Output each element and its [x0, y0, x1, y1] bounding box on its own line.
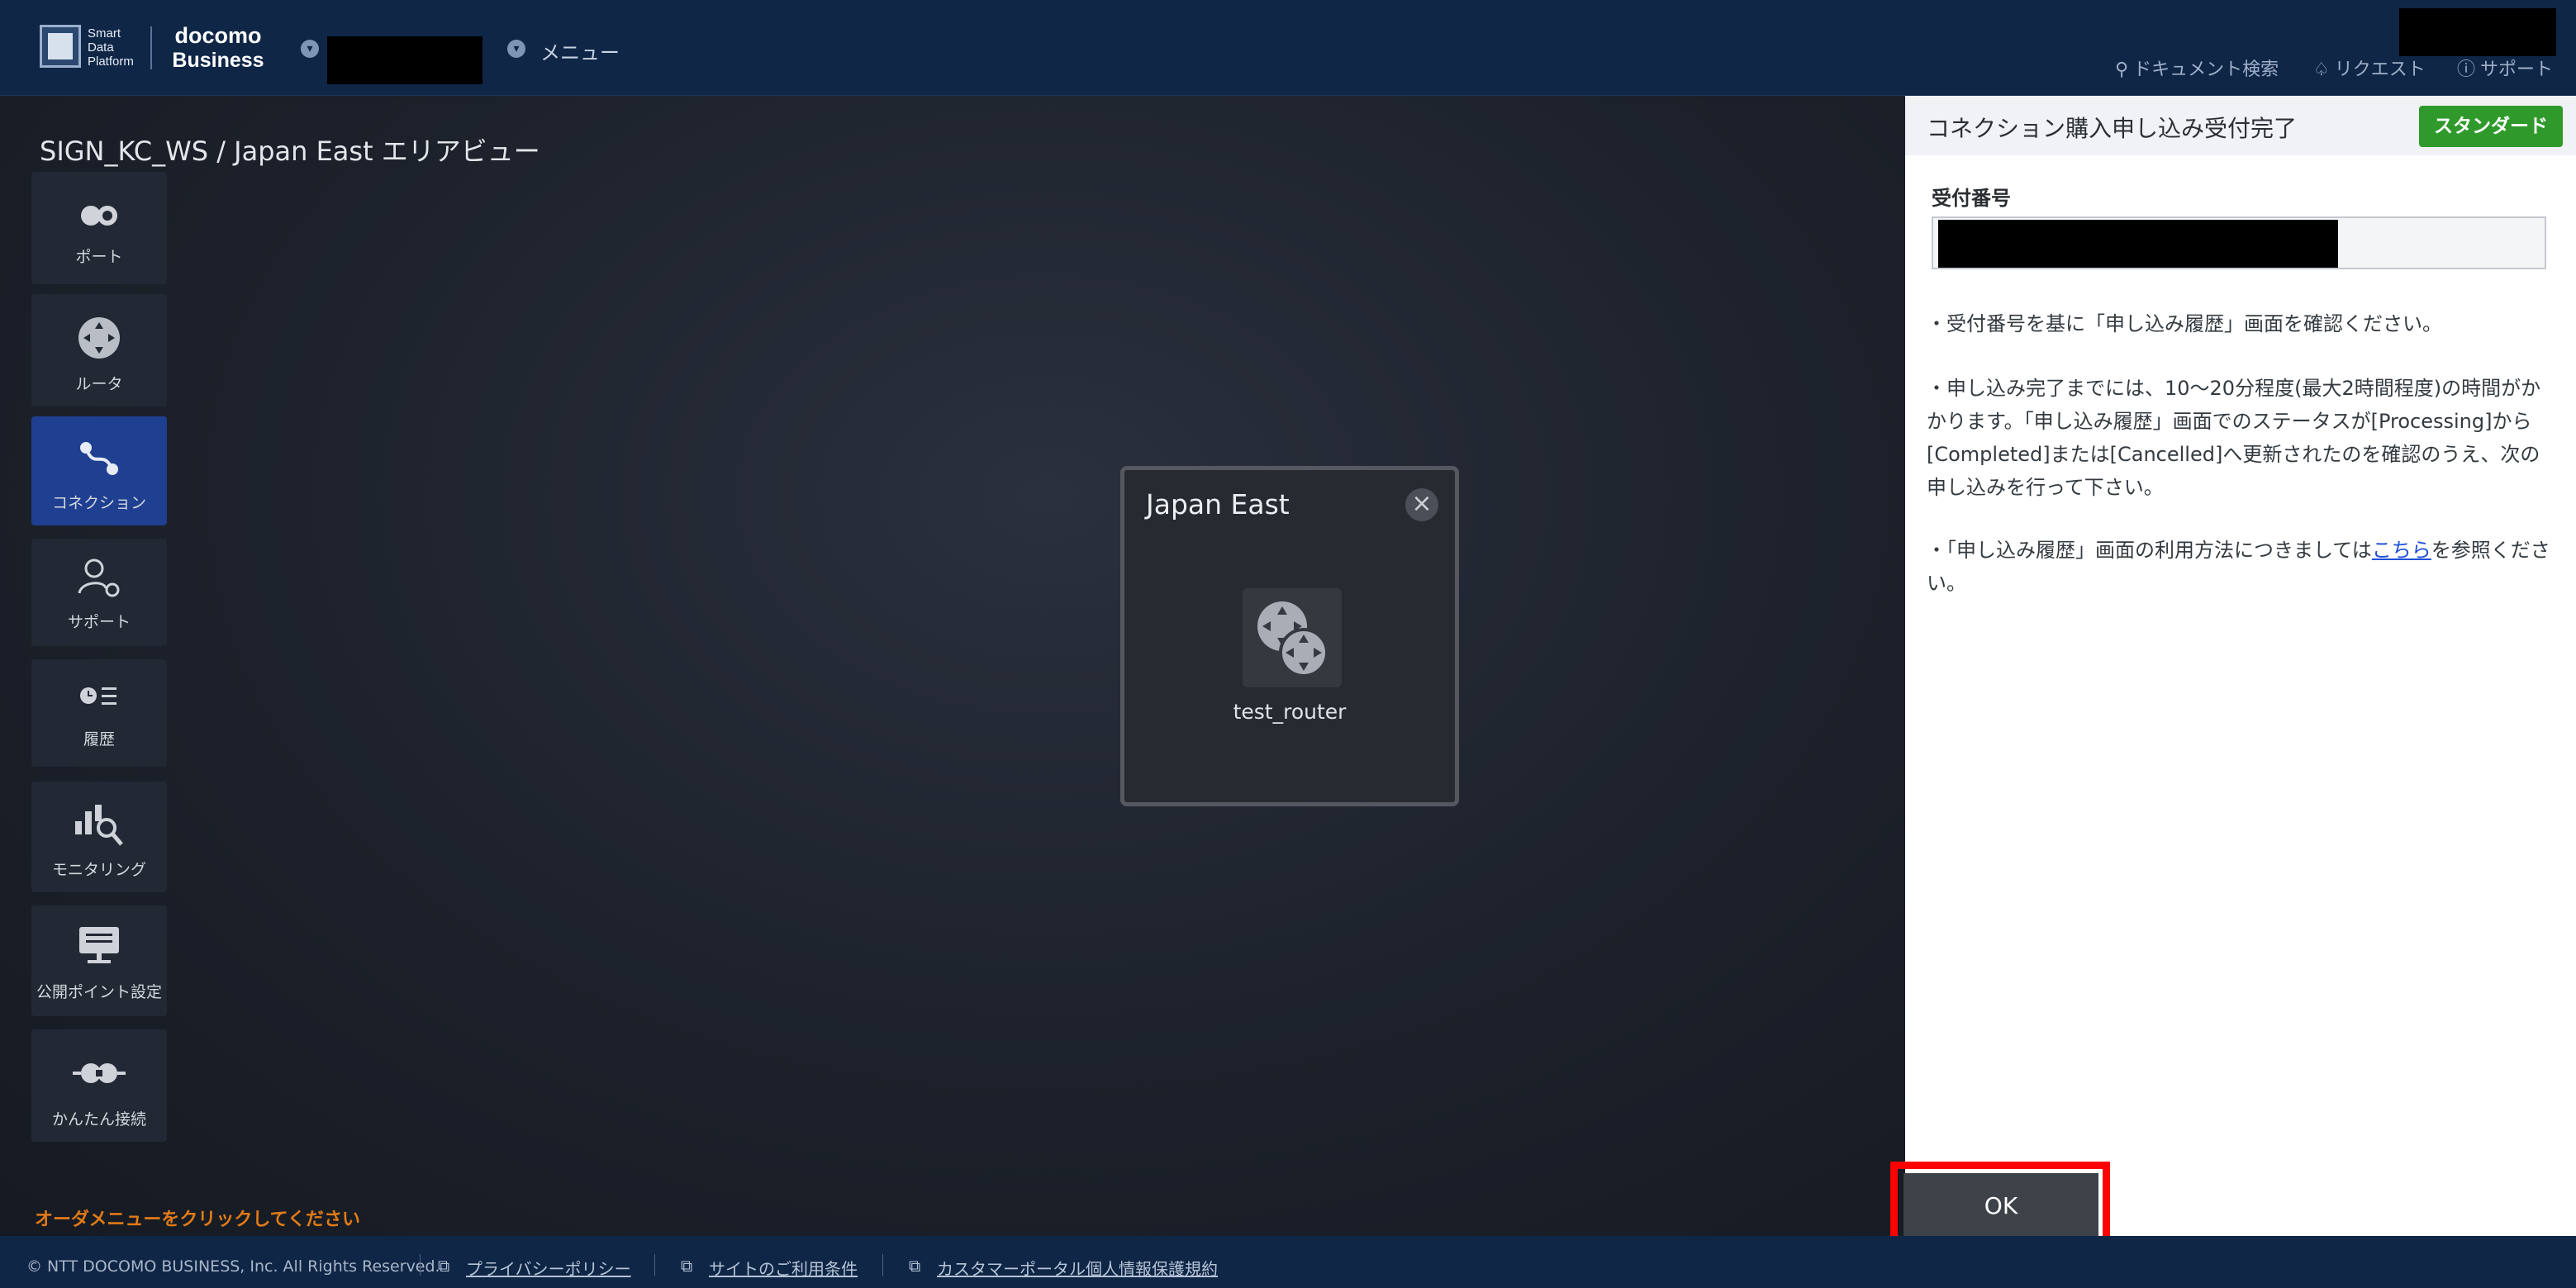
footer-divider — [882, 1254, 883, 1276]
copyright-text: © NTT DOCOMO BUSINESS, Inc. All Rights R… — [26, 1257, 440, 1276]
top-header: Smart Data Platform docomo Business ▾ ▾ … — [0, 0, 2576, 96]
search-icon: ⚲ — [2115, 59, 2129, 80]
doc-search-link[interactable]: ⚲ ドキュメント検索 — [2115, 55, 2279, 81]
sidebar-item-label: ルータ — [75, 375, 123, 393]
request-label: リクエスト — [2334, 59, 2426, 80]
footer-divider — [654, 1254, 655, 1276]
smart-data-platform-logo[interactable] — [40, 25, 81, 68]
history-icon — [80, 687, 116, 705]
page-title: SIGN_KC_WS / Japan East エリアビュー — [40, 135, 540, 167]
note-history-check: ・受付番号を基に「申し込み履歴」画面を確認ください。 — [1927, 312, 2442, 335]
external-link-icon: ⧉ — [909, 1256, 921, 1276]
close-icon[interactable]: × — [1405, 488, 1438, 521]
sidebar-item-connection[interactable]: コネクション — [31, 416, 167, 525]
connection-complete-panel: コネクション購入申し込み受付完了 スタンダード 受付番号 ・受付番号を基に「申し… — [1905, 96, 2576, 1236]
sidebar-item-label: モニタリング — [51, 861, 146, 879]
sidebar-item-easy-connect[interactable]: かんたん接続 — [31, 1029, 167, 1142]
logo-divider — [150, 26, 152, 69]
sidebar-item-label: 公開ポイント設定 — [36, 983, 162, 1001]
sidebar-item-label: ポート — [75, 248, 123, 266]
redacted-tenant-name[interactable] — [327, 36, 482, 84]
area-popup-title: Japan East — [1146, 488, 1290, 520]
logo-business-text: Business — [172, 49, 264, 72]
easy-connect-icon — [73, 1063, 126, 1083]
sidebar-item-support[interactable]: サポート — [31, 539, 167, 646]
sidebar-item-label: コネクション — [51, 494, 146, 512]
tenant-chevron-down-icon[interactable]: ▾ — [301, 40, 319, 58]
sidebar-item-label: サポート — [67, 613, 131, 631]
receipt-number-label: 受付番号 — [1932, 187, 2011, 210]
sidebar-item-history[interactable]: 履歴 — [31, 659, 167, 767]
order-menu-hint: オーダメニューをクリックしてください — [35, 1210, 361, 1230]
support-link[interactable]: ⓘ サポート — [2457, 55, 2553, 81]
customer-portal-privacy-link[interactable]: カスタマーポータル個人情報保護規約 — [937, 1256, 1218, 1280]
redacted-receipt-number — [1938, 220, 2338, 268]
panel-title: コネクション購入申し込み受付完了 — [1927, 115, 2298, 142]
note-usage-prefix: ・「申し込み履歴」画面の利用方法につきましては — [1927, 539, 2372, 562]
port-icon — [81, 206, 117, 226]
sidebar-item-public-point[interactable]: 公開ポイント設定 — [31, 905, 167, 1016]
panel-header: コネクション購入申し込み受付完了 スタンダード — [1905, 96, 2576, 155]
router-node[interactable] — [1243, 588, 1342, 687]
router-icon — [78, 317, 120, 359]
logo-sdp-text: Smart Data Platform — [88, 26, 134, 69]
external-link-icon: ⧉ — [681, 1256, 693, 1276]
help-link[interactable]: こちら — [2372, 539, 2431, 562]
menu-chevron-down-icon[interactable]: ▾ — [507, 40, 525, 58]
sidebar-item-label: 履歴 — [83, 730, 115, 749]
note-history-usage: ・「申し込み履歴」画面の利用方法につきましてはこちらを参照ください。 — [1927, 534, 2555, 600]
request-link[interactable]: ♤ リクエスト — [2313, 55, 2426, 81]
page-footer: © NTT DOCOMO BUSINESS, Inc. All Rights R… — [0, 1236, 2576, 1288]
redacted-user-name[interactable] — [2399, 8, 2556, 56]
docomo-business-logo: docomo Business — [162, 23, 274, 73]
bell-icon: ♤ — [2313, 59, 2330, 80]
external-link-icon: ⧉ — [438, 1256, 450, 1276]
sidebar-item-router[interactable]: ルータ — [31, 294, 167, 406]
connection-icon — [80, 442, 118, 475]
doc-search-label: ドキュメント検索 — [2133, 59, 2279, 80]
sidebar-item-label: かんたん接続 — [51, 1110, 146, 1129]
receipt-number-field[interactable] — [1932, 216, 2546, 269]
footer-divider — [420, 1254, 421, 1276]
support-icon — [78, 558, 120, 597]
router-name-label: test_router — [1233, 700, 1347, 724]
sidebar-item-port[interactable]: ポート — [31, 172, 167, 284]
sidebar-item-monitoring[interactable]: モニタリング — [31, 782, 167, 892]
monitoring-icon — [75, 805, 123, 846]
area-popup[interactable]: Japan East × test_router — [1120, 466, 1459, 806]
menu-button[interactable]: メニュー — [540, 36, 620, 65]
terms-of-use-link[interactable]: サイトのご利用条件 — [709, 1256, 858, 1280]
privacy-policy-link[interactable]: プライバシーポリシー — [466, 1256, 631, 1280]
ok-button[interactable]: OK — [1903, 1173, 2098, 1239]
public-point-icon — [79, 927, 119, 963]
help-icon: ⓘ — [2457, 59, 2476, 80]
plan-badge: スタンダード — [2419, 106, 2563, 147]
router-pair-icon — [1257, 601, 1328, 677]
area-view-canvas[interactable]: SIGN_KC_WS / Japan East エリアビュー ポート ルータ コ… — [0, 96, 1905, 1236]
logo-docomo-text: docomo — [174, 23, 262, 48]
support-label: サポート — [2480, 59, 2554, 80]
note-processing-time: ・申し込み完了までには、10〜20分程度(最大2時間程度)の時間がかかります。「… — [1927, 377, 2541, 499]
